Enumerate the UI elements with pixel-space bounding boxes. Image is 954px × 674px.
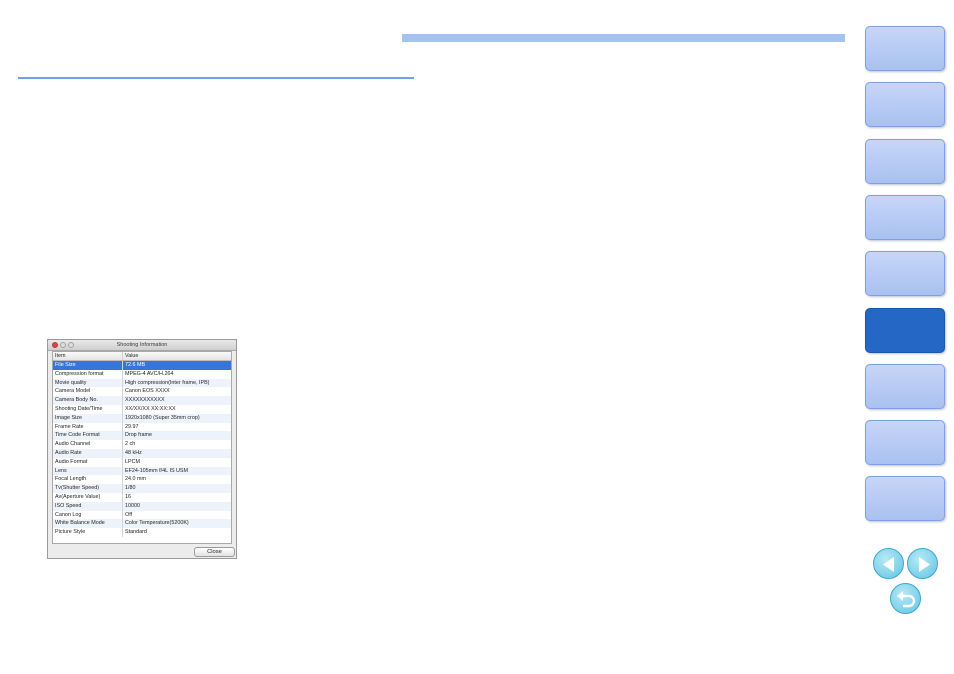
return-icon xyxy=(897,591,916,608)
cell-value: Standard xyxy=(125,529,147,536)
cell-value: 10000 xyxy=(125,502,140,509)
cell-value: 1920x1080 (Super 35mm crop) xyxy=(125,414,200,421)
table-row[interactable]: White Balance Mode Color Temperature(5200… xyxy=(53,519,231,529)
table-row[interactable]: Lens EF24-105mm f/4L IS USM xyxy=(53,466,231,476)
cell-item: Compression format xyxy=(53,369,123,379)
cell-value: MPEG-4 AVC/H.264 xyxy=(125,370,174,377)
shooting-information-dialog: Shooting Information Item Value File Siz… xyxy=(47,339,237,559)
cell-value: 1/80 xyxy=(125,485,136,492)
table-row[interactable]: Audio Rate 48 kHz xyxy=(53,448,231,458)
cell-item: Audio Rate xyxy=(53,448,123,458)
cell-item: Audio Format xyxy=(53,457,123,467)
side-tab-5[interactable] xyxy=(865,251,945,297)
cell-value: EF24-105mm f/4L IS USM xyxy=(125,467,189,474)
cell-value: Drop frame xyxy=(125,432,152,439)
table-row[interactable]: ISO Speed 10000 xyxy=(53,501,231,511)
table-row[interactable]: Canon Log Off xyxy=(53,510,231,520)
table-row[interactable]: Camera Body No. XXXXXXXXXXX xyxy=(53,396,231,405)
dialog-titlebar[interactable]: Shooting Information xyxy=(48,340,236,351)
cell-item: Image Size xyxy=(53,413,123,423)
side-tab-4[interactable] xyxy=(865,194,945,240)
cell-item: Focal Length xyxy=(53,475,123,485)
back-arrow-icon xyxy=(883,557,894,572)
cell-value: Canon EOS XXXX xyxy=(125,388,170,395)
cell-item: File Size xyxy=(53,361,123,370)
cell-item: ISO Speed xyxy=(53,501,123,511)
column-header-item[interactable]: Item xyxy=(53,352,123,360)
cell-value: LPCM xyxy=(125,458,140,465)
cell-item: Camera Body No. xyxy=(53,396,123,405)
cell-value: XXXXXXXXXXX xyxy=(125,397,165,404)
table-row[interactable]: Compression format MPEG-4 AVC/H.264 xyxy=(53,369,231,379)
close-button[interactable]: Close xyxy=(194,547,235,557)
table-row[interactable]: Camera Model Canon EOS XXXX xyxy=(53,387,231,397)
table-body: File Size 72.6 MB Compression format MPEG-4… xyxy=(53,361,231,537)
table-row[interactable]: Audio Channel 2 ch xyxy=(53,440,231,449)
side-tab-7[interactable] xyxy=(865,363,945,409)
section-divider-right xyxy=(402,34,845,42)
side-tab-2[interactable] xyxy=(865,82,945,128)
cell-item: Movie quality xyxy=(53,378,123,388)
table-row[interactable]: Movie quality High compression(Inter fram… xyxy=(53,378,231,388)
side-tab-8[interactable] xyxy=(865,420,945,466)
return-to-previous-view-button[interactable] xyxy=(890,583,921,614)
cell-item: Lens xyxy=(53,466,123,476)
cell-item: Frame Rate xyxy=(53,422,123,432)
cell-item: Av(Aperture Value) xyxy=(53,492,123,502)
table-row[interactable]: Frame Rate 29.97 xyxy=(53,422,231,432)
table-row[interactable]: Image Size 1920x1080 (Super 35mm crop) xyxy=(53,413,231,423)
cell-item: Camera Model xyxy=(53,387,123,397)
previous-page-button[interactable] xyxy=(873,548,904,579)
table-row[interactable]: Audio Format LPCM xyxy=(53,457,231,467)
side-tab-9[interactable] xyxy=(865,476,945,522)
cell-value: High compression(Inter frame, IPB) xyxy=(125,379,210,386)
cell-value: 48 kHz xyxy=(125,449,142,456)
cell-item: Audio Channel xyxy=(53,440,123,449)
side-tab-6[interactable] xyxy=(865,307,945,353)
table-row[interactable]: Av(Aperture Value) 16 xyxy=(53,492,231,502)
cell-value: 24.0 mm xyxy=(125,476,146,483)
table-row[interactable]: Tv(Shutter Speed) 1/80 xyxy=(53,484,231,493)
side-tab-1[interactable] xyxy=(865,26,945,71)
cell-item: Time Code Format xyxy=(53,431,123,441)
info-table[interactable]: Item Value File Size 72.6 MB Compression f… xyxy=(52,351,232,544)
cell-item: Picture Style xyxy=(53,528,123,537)
forward-arrow-icon xyxy=(919,557,930,572)
cell-value: Color Temperature(5200K) xyxy=(125,520,189,527)
next-page-button[interactable] xyxy=(907,548,938,579)
cell-value: XX/XX/XX XX:XX:XX xyxy=(125,405,176,412)
section-divider-left xyxy=(18,77,414,79)
cell-value: Off xyxy=(125,511,133,518)
cell-item: Canon Log xyxy=(53,510,123,520)
cell-value: 16 xyxy=(125,493,131,500)
table-row[interactable]: Picture Style Standard xyxy=(53,528,231,537)
cell-item: Tv(Shutter Speed) xyxy=(53,484,123,493)
cell-value: 72.6 MB xyxy=(125,362,146,368)
table-row[interactable]: File Size 72.6 MB xyxy=(53,361,231,370)
cell-item: Shooting Date/Time xyxy=(53,404,123,414)
cell-value: 29.97 xyxy=(125,423,139,430)
dialog-title: Shooting Information xyxy=(116,342,168,348)
column-header-value[interactable]: Value xyxy=(123,352,231,360)
cell-value: 2 ch xyxy=(125,441,136,448)
side-tab-3[interactable] xyxy=(865,138,945,184)
cell-item: White Balance Mode xyxy=(53,519,123,529)
table-row[interactable]: Shooting Date/Time XX/XX/XX XX:XX:XX xyxy=(53,404,231,414)
table-row[interactable]: Time Code Format Drop frame xyxy=(53,431,231,441)
table-header: Item Value xyxy=(53,352,231,361)
table-row[interactable]: Focal Length 24.0 mm xyxy=(53,475,231,485)
